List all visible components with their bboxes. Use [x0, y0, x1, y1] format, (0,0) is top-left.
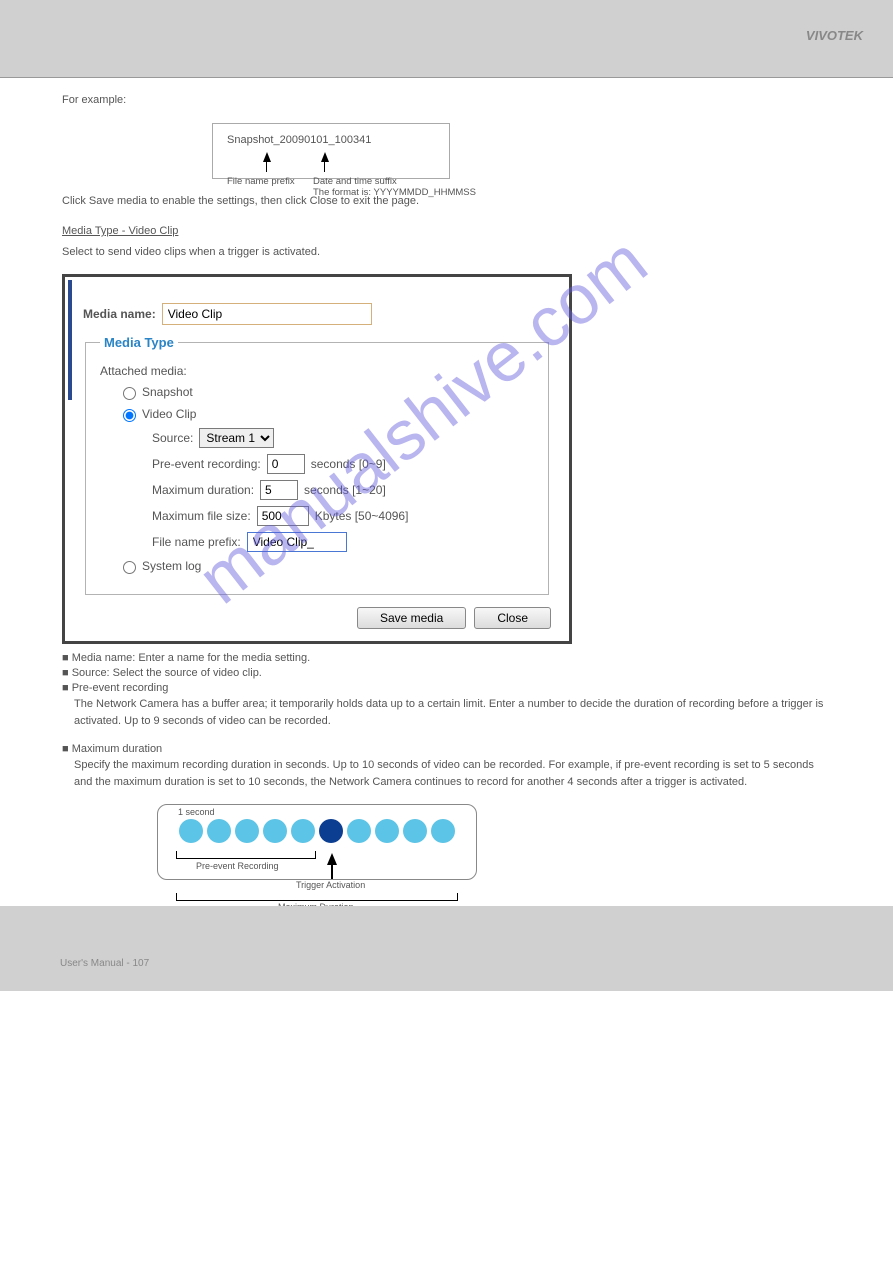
max-duration-input[interactable] [260, 480, 298, 500]
videoclip-intro: Select to send video clips when a trigge… [62, 244, 831, 261]
radio-snapshot[interactable] [123, 387, 136, 400]
description-list: ■ Media name: Enter a name for the media… [62, 652, 831, 694]
arrow-up-icon [327, 853, 337, 879]
description-list-2: ■ Maximum duration [62, 743, 831, 755]
bullet-max-duration: ■ Maximum duration [62, 743, 831, 755]
close-button[interactable]: Close [474, 607, 551, 629]
timeline-dots [170, 819, 464, 843]
timeline-dot [263, 819, 287, 843]
media-settings-dialog: Media name: Media Type Attached media: S… [62, 274, 572, 644]
dialog-blue-edge [68, 280, 72, 400]
pre-event-suffix: seconds [0~9] [311, 457, 386, 471]
source-label: Source: [152, 431, 193, 445]
timeline-trigger-dot [319, 819, 343, 843]
radio-snapshot-row[interactable]: Snapshot [118, 384, 534, 400]
videoclip-options: Source: Stream 1 Pre-event recording: se… [152, 428, 534, 552]
pre-event-label: Pre-event recording: [152, 457, 261, 471]
media-type-fieldset: Media Type Attached media: Snapshot Vide… [85, 335, 549, 595]
bullet-pre-event: ■ Pre-event recording [62, 682, 831, 694]
header-brand: VIVOTEK [806, 28, 863, 43]
max-duration-bracket [176, 893, 458, 901]
media-name-input[interactable] [162, 303, 372, 325]
save-media-button[interactable]: Save media [357, 607, 466, 629]
source-select[interactable]: Stream 1 [199, 428, 274, 448]
filename-prefix-input[interactable] [247, 532, 347, 552]
footer-bar: User's Manual - 107 [0, 906, 893, 991]
max-filesize-suffix: Kbytes [50~4096] [315, 509, 409, 523]
radio-systemlog[interactable] [123, 561, 136, 574]
timeline-diagram: 1 second Trigger Activation Pre [157, 804, 477, 880]
max-filesize-label: Maximum file size: [152, 509, 251, 523]
max-duration-description: Specify the maximum recording duration i… [74, 757, 831, 790]
timeline-dot [207, 819, 231, 843]
radio-videoclip[interactable] [123, 409, 136, 422]
footer-page-number: User's Manual - 107 [60, 958, 149, 969]
radio-systemlog-row[interactable]: System log [118, 558, 534, 574]
filename-prefix-label: File name prefix [227, 176, 295, 187]
timeline-dot [235, 819, 259, 843]
trigger-activation-label: Trigger Activation [296, 880, 365, 890]
arrow-up-icon [263, 152, 271, 162]
radio-systemlog-label: System log [142, 559, 201, 573]
media-name-label: Media name: [83, 307, 156, 321]
pre-event-bracket [176, 851, 316, 859]
radio-videoclip-row[interactable]: Video Clip [118, 406, 534, 422]
header-bar: VIVOTEK [0, 0, 893, 78]
radio-snapshot-label: Snapshot [142, 385, 193, 399]
filename-datetime-label: Date and time suffix The format is: YYYY… [313, 176, 476, 199]
max-duration-suffix: seconds [1~20] [304, 483, 386, 497]
timeline-dot [347, 819, 371, 843]
filename-prefix-label: File name prefix: [152, 535, 241, 549]
arrow-stem [266, 160, 267, 172]
timeline-dot [431, 819, 455, 843]
timeline-1sec-label: 1 second [178, 807, 215, 817]
timeline-dot [291, 819, 315, 843]
arrow-stem [324, 160, 325, 172]
max-duration-label: Maximum duration: [152, 483, 254, 497]
attached-media-label: Attached media: [100, 364, 534, 378]
pre-event-bracket-label: Pre-event Recording [196, 861, 279, 871]
example-label: For example: [62, 92, 831, 109]
filename-example-text: Snapshot_20090101_100341 [227, 134, 435, 146]
bullet-source: ■ Source: Select the source of video cli… [62, 667, 831, 679]
media-type-videoclip-heading: Media Type - Video Clip [62, 223, 831, 240]
bullet-media-name: ■ Media name: Enter a name for the media… [62, 652, 831, 664]
arrow-up-icon [321, 152, 329, 162]
timeline-dot [375, 819, 399, 843]
timeline-dot [179, 819, 203, 843]
max-filesize-input[interactable] [257, 506, 309, 526]
media-type-legend: Media Type [100, 335, 178, 350]
filename-example-box: Snapshot_20090101_100341 File name prefi… [212, 123, 450, 179]
radio-videoclip-label: Video Clip [142, 407, 196, 421]
timeline-dot [403, 819, 427, 843]
pre-event-description: The Network Camera has a buffer area; it… [74, 696, 831, 729]
pre-event-input[interactable] [267, 454, 305, 474]
